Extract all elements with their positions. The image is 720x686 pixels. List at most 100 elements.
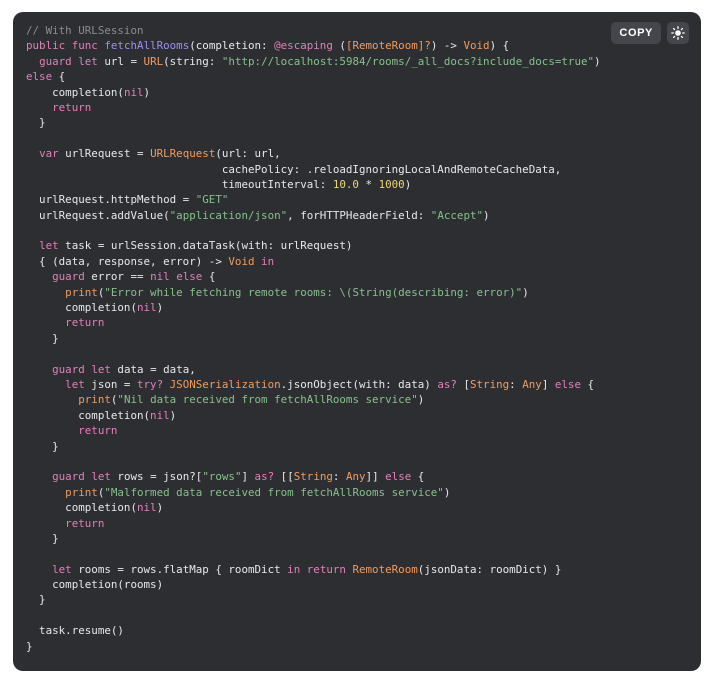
code-token-plain: } xyxy=(26,593,46,607)
code-token-plain: , forHTTPHeaderField: xyxy=(287,208,431,222)
code-token-plain: { xyxy=(581,377,595,391)
code-line: return xyxy=(26,516,601,531)
code-token-keyword: let xyxy=(65,377,85,391)
code-line: completion(nil) xyxy=(26,300,601,315)
code-token-plain: ) { xyxy=(489,39,510,53)
code-token-type: RemoteRoom xyxy=(352,562,418,576)
code-token-plain: (string: xyxy=(163,54,222,68)
code-line: } xyxy=(26,331,601,346)
code-token-plain: ( xyxy=(332,39,346,53)
code-token-type: String xyxy=(293,470,333,484)
code-token-plain: * xyxy=(358,177,379,191)
code-token-type: Any xyxy=(522,377,542,391)
code-token-plain: .jsonObject(with: data) xyxy=(280,377,438,391)
code-line: completion(rooms) xyxy=(26,577,601,592)
code-token-type: Any xyxy=(345,470,366,484)
code-token-keyword: guard xyxy=(52,362,85,376)
code-line: timeoutInterval: 10.0 * 1000) xyxy=(26,177,601,192)
code-token-keyword: nil xyxy=(123,85,144,99)
code-token-number: 10.0 xyxy=(332,177,359,191)
sun-icon xyxy=(671,26,685,40)
code-token-type: URLRequest xyxy=(150,147,216,161)
code-token-plain: rows = json?[ xyxy=(110,470,203,484)
code-token-keyword: return xyxy=(78,424,118,438)
code-token-type: print xyxy=(65,285,98,299)
code-token-string: "Accept" xyxy=(430,208,484,222)
code-line: } xyxy=(26,439,601,454)
code-token-type: JSONSerialization xyxy=(169,377,281,391)
code-token-plain: { xyxy=(202,270,216,284)
code-token-keyword: return xyxy=(306,562,346,576)
code-token-comment: // With URLSession xyxy=(26,24,144,37)
code-token-keyword: guard xyxy=(52,270,85,284)
code-token-keyword: return xyxy=(65,516,105,530)
code-token-string: "rows" xyxy=(202,470,242,484)
code-token-keyword: guard xyxy=(52,470,85,484)
code-token-type: print xyxy=(65,485,98,499)
code-line: } xyxy=(26,531,601,546)
code-token-plain: urlRequest.addValue( xyxy=(26,208,170,222)
code-token-plain: ]] xyxy=(365,470,386,484)
code-token-keyword: @escaping xyxy=(274,39,333,53)
code-token-plain: error == xyxy=(84,270,151,284)
code-token-plain: timeoutInterval: xyxy=(26,177,333,191)
code-line: return xyxy=(26,315,601,330)
code-line: public func fetchAllRooms(completion: @e… xyxy=(26,38,601,53)
code-token-plain: } xyxy=(26,331,59,345)
code-line: let task = urlSession.dataTask(with: url… xyxy=(26,238,601,253)
code-line: return xyxy=(26,423,601,438)
code-token-plain: data = data, xyxy=(110,362,196,376)
code-token-keyword: public xyxy=(26,39,66,53)
code-token-plain: } xyxy=(26,531,59,545)
code-line: completion(nil) xyxy=(26,500,601,515)
code-token-plain: { (data, response, error) -> xyxy=(26,254,229,268)
code-content: // With URLSession public func fetchAllRo… xyxy=(26,23,601,654)
code-block: COPY // With URLSession public func fetch… xyxy=(13,12,701,671)
code-token-string: "GET" xyxy=(195,193,229,207)
code-token-plain: (jsonData: roomDict) } xyxy=(417,562,562,576)
code-line: guard let url = URL(string: "http://loca… xyxy=(26,54,601,69)
code-token-plain: rooms = rows.flatMap { roomDict xyxy=(71,562,288,576)
code-token-plain: url = xyxy=(97,54,144,68)
code-line: } xyxy=(26,592,601,607)
code-token-plain: cachePolicy: .reloadIgnoringLocalAndRemo… xyxy=(26,162,562,176)
code-token-string: "application/json" xyxy=(169,208,288,222)
code-line: task.resume() xyxy=(26,623,601,638)
code-token-plain: urlRequest.httpMethod = xyxy=(26,193,196,207)
code-line: let rooms = rows.flatMap { roomDict in r… xyxy=(26,562,601,577)
code-token-plain: completion( xyxy=(26,501,137,515)
copy-button[interactable]: COPY xyxy=(611,22,661,44)
code-token-plain: ) xyxy=(417,393,425,407)
code-token-string: "http://localhost:5984/rooms/_all_docs?i… xyxy=(221,54,595,68)
code-token-plain: ) -> xyxy=(430,39,464,53)
code-token-plain: task.resume() xyxy=(26,624,124,638)
code-line: guard error == nil else { xyxy=(26,269,601,284)
code-token-string: "Error while fetching remote rooms: \(St… xyxy=(104,285,523,299)
code-token-keyword: nil xyxy=(150,270,170,284)
code-line: return xyxy=(26,100,601,115)
code-token-plain: (completion: xyxy=(189,39,275,53)
code-token-keyword: in xyxy=(261,254,275,268)
code-token-plain: ) xyxy=(522,285,529,299)
code-line: { (data, response, error) -> Void in xyxy=(26,254,601,269)
code-toolbar: COPY xyxy=(611,22,689,44)
theme-toggle-button[interactable] xyxy=(667,22,689,44)
code-token-plain: ] xyxy=(541,377,555,391)
code-token-type: Void xyxy=(463,39,490,53)
code-token-func: fetchAllRooms xyxy=(104,39,190,53)
code-token-plain: task = urlSession.dataTask(with: urlRequ… xyxy=(58,239,353,253)
code-token-plain: completion( xyxy=(26,301,137,315)
code-token-type: [RemoteRoom]? xyxy=(345,39,431,53)
